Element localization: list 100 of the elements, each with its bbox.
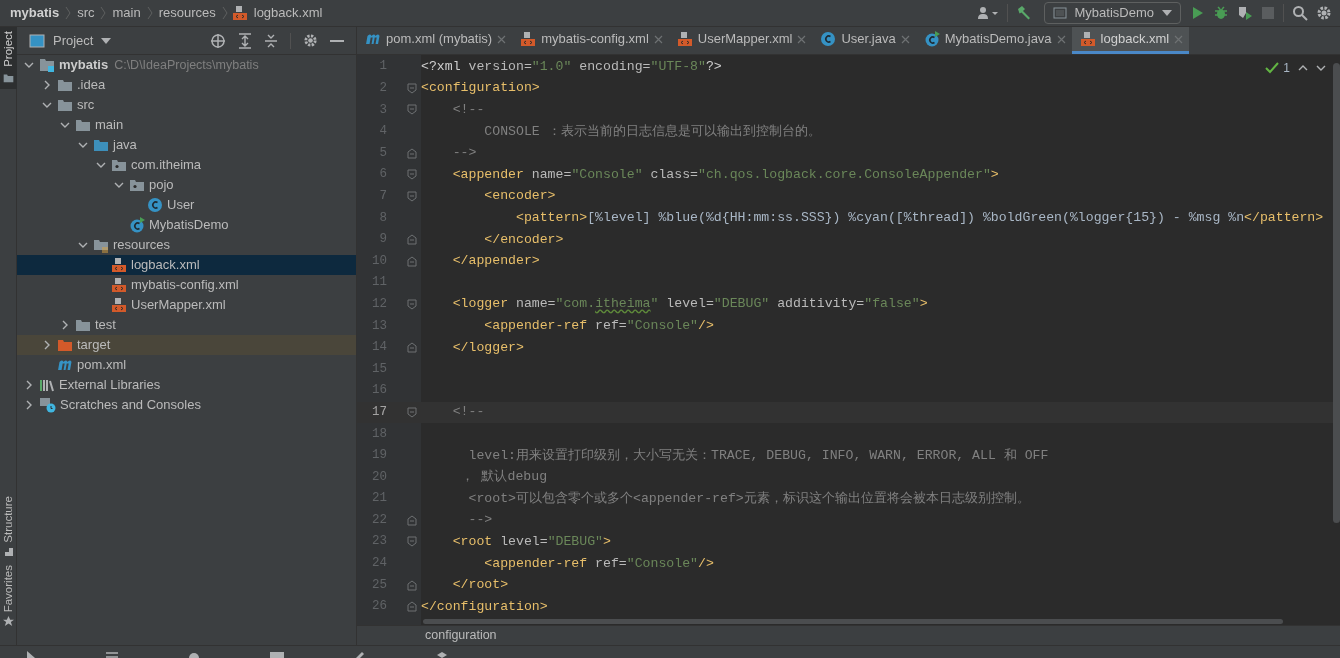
editor-tab[interactable]: User.java: [812, 27, 916, 54]
run-icon[interactable]: [26, 650, 36, 658]
xml-file-icon: [231, 5, 248, 21]
vertical-scrollbar[interactable]: [1333, 63, 1340, 523]
tree-item[interactable]: main: [17, 115, 356, 135]
code-line: </logger>: [451, 338, 524, 357]
tree-item[interactable]: MybatisDemo: [17, 215, 356, 235]
tree-item[interactable]: User: [17, 195, 356, 215]
tree-item[interactable]: mybatis-config.xml: [17, 275, 356, 295]
tree-item[interactable]: pom.xml: [17, 355, 356, 375]
stop-icon: [1261, 6, 1275, 20]
dropdown-arrow-icon: [101, 37, 112, 44]
code-line: <configuration>: [421, 79, 540, 98]
source-folder-icon: [93, 138, 109, 152]
editor-tab[interactable]: UserMapper.xml: [668, 27, 813, 54]
code-line: </appender>: [451, 252, 540, 271]
hammer-icon[interactable]: [1015, 5, 1032, 21]
maven-icon: [365, 33, 381, 45]
settings-icon[interactable]: [303, 33, 318, 48]
fold-marker-icon[interactable]: [407, 406, 417, 418]
code-line: <appender-ref ref="Console"/>: [483, 317, 714, 335]
excluded-folder-icon: [57, 338, 73, 352]
user-icon[interactable]: [976, 6, 999, 20]
folder-icon: [75, 318, 91, 332]
project-view-dropdown[interactable]: Project: [49, 30, 116, 51]
fold-marker-icon[interactable]: [407, 514, 417, 526]
tree-item[interactable]: com.itheima: [17, 155, 356, 175]
collapse-all-icon[interactable]: [264, 32, 278, 49]
fold-marker-icon[interactable]: [407, 147, 417, 159]
fold-marker-icon[interactable]: [407, 536, 417, 548]
terminal-icon[interactable]: [270, 650, 284, 658]
editor-tab[interactable]: logback.xml: [1071, 27, 1190, 54]
code-line: -->: [467, 511, 493, 530]
fold-marker-icon[interactable]: [407, 169, 417, 181]
expand-all-icon[interactable]: [238, 32, 252, 49]
star-icon: [3, 616, 14, 627]
code-line: </encoder>: [483, 230, 564, 249]
tree-item[interactable]: resources: [17, 235, 356, 255]
tree-item[interactable]: pojo: [17, 175, 356, 195]
tree-item[interactable]: logback.xml: [17, 255, 356, 275]
list-icon[interactable]: [106, 650, 118, 658]
fold-marker-icon[interactable]: [407, 104, 417, 116]
run-configuration-dropdown[interactable]: MybatisDemo: [1043, 2, 1181, 24]
line-number: 17: [371, 403, 387, 421]
fold-marker-icon[interactable]: [407, 298, 417, 310]
tool-window-tab[interactable]: Project: [0, 27, 17, 89]
separator-icon: [221, 6, 228, 20]
editor-tab[interactable]: pom.xml (mybatis): [357, 27, 513, 54]
fold-marker-icon[interactable]: [407, 601, 417, 613]
tool-window-tab[interactable]: Favorites: [0, 560, 17, 631]
build-icon[interactable]: [354, 650, 366, 658]
code-line: level:用来设置打印级别，大小写无关：TRACE, DEBUG, INFO, WARN, ERROR, ALL 和 OFF: [467, 446, 1049, 465]
breadcrumb-item[interactable]: configuration: [425, 626, 497, 645]
xml-file-icon: [1079, 31, 1096, 47]
search-icon[interactable]: [1292, 5, 1308, 21]
tree-item[interactable]: External Libraries: [17, 375, 356, 395]
fold-marker-icon[interactable]: [407, 82, 417, 94]
window-icon: [1052, 7, 1067, 19]
code-line: ， 默认debug: [459, 468, 548, 487]
xml-file-icon: [676, 31, 693, 47]
tool-window-tab[interactable]: Structure: [0, 492, 17, 561]
tree-item[interactable]: UserMapper.xml: [17, 295, 356, 315]
tree-item[interactable]: src: [17, 95, 356, 115]
class-icon: [147, 197, 163, 213]
tree-item[interactable]: test: [17, 315, 356, 335]
xml-file-icon: [111, 297, 127, 313]
locate-icon[interactable]: [210, 32, 226, 49]
horizontal-scrollbar[interactable]: [423, 619, 1283, 624]
tree-item[interactable]: java: [17, 135, 356, 155]
tree-item[interactable]: target: [17, 335, 356, 355]
code-line: </configuration>: [421, 597, 548, 616]
code-line: -->: [451, 144, 477, 163]
tree-item[interactable]: Scratches and Consoles: [17, 395, 356, 415]
breadcrumb-item[interactable]: src: [75, 3, 97, 23]
editor-tab[interactable]: mybatis-config.xml: [512, 27, 669, 54]
editor-tab[interactable]: MybatisDemo.java: [915, 27, 1072, 54]
folder-icon: [57, 78, 73, 92]
fold-marker-icon[interactable]: [407, 234, 417, 246]
package-icon: [129, 178, 145, 192]
class-icon: [820, 31, 837, 47]
fold-marker-icon[interactable]: [407, 190, 417, 202]
class-run-icon: [923, 31, 940, 47]
problems-icon[interactable]: [188, 650, 200, 658]
fold-marker-icon[interactable]: [407, 255, 417, 267]
coverage-icon[interactable]: [1237, 5, 1253, 21]
code-line: <encoder>: [483, 187, 556, 206]
tree-item[interactable]: mybatis C:\D\IdeaProjects\mybatis: [17, 55, 356, 75]
dependencies-icon[interactable]: [436, 650, 448, 658]
fold-marker-icon[interactable]: [407, 579, 417, 591]
breadcrumb-item[interactable]: resources: [156, 3, 218, 23]
fold-marker-icon[interactable]: [407, 342, 417, 353]
inspection-indicator[interactable]: 1: [1265, 59, 1290, 77]
code-line: </root>: [451, 576, 509, 595]
tree-item[interactable]: .idea: [17, 75, 356, 95]
breadcrumb-item[interactable]: main: [110, 3, 143, 23]
debug-icon[interactable]: [1213, 5, 1229, 21]
separator-icon: [65, 6, 72, 20]
breadcrumb-item[interactable]: logback.xml: [251, 3, 325, 23]
breadcrumb-item[interactable]: mybatis: [8, 3, 62, 23]
settings-icon[interactable]: [1316, 5, 1332, 21]
